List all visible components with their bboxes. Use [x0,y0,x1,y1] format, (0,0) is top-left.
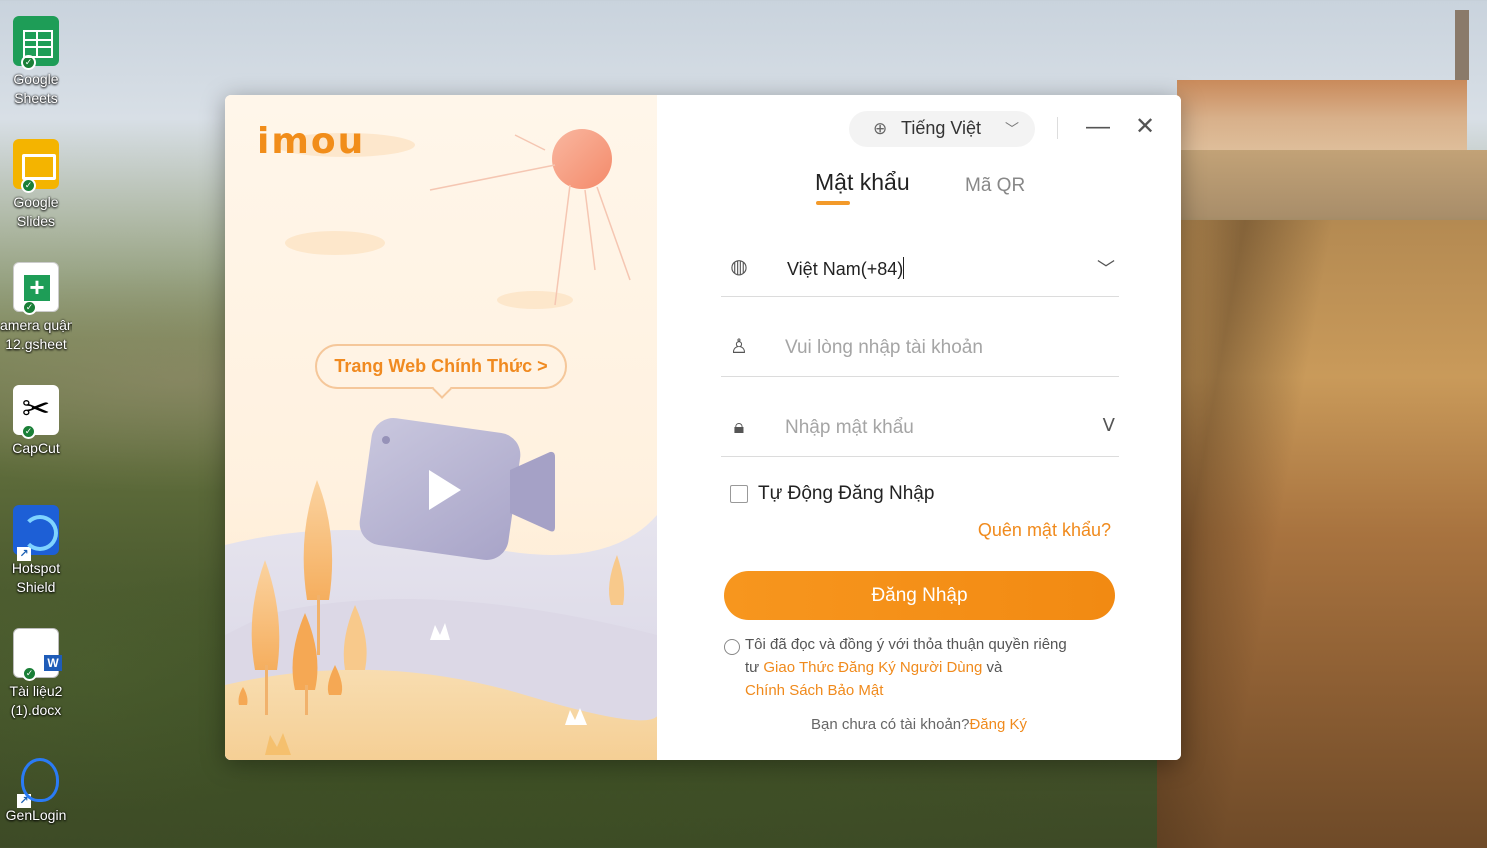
desktop-icon-word-document[interactable]: ✓ Tài liệu2 (1).docx [0,628,72,720]
desktop-icon-hotspot-shield[interactable]: ↗ Hotspot Shield [0,505,72,597]
globe-icon: ⊕ [873,119,888,138]
agreement-conjunction: và [982,659,1003,676]
auto-login-label[interactable]: Tự Động Đăng Nhập [758,483,934,505]
imou-login-window: imou Trang Web Chính Thức > ⊕ Tiếng Việt… [225,95,1181,760]
hotspot-shield-icon: ↗ [13,505,59,561]
wallpaper-cliff [1157,220,1487,848]
sun-icon [552,129,612,189]
signup-prompt: Bạn chưa có tài khoản? [810,716,970,733]
desktop-icon-capcut[interactable]: ✓ CapCut [0,385,72,458]
login-button[interactable]: Đăng Nhập [724,571,1115,620]
capcut-icon: ✓ [13,385,59,439]
password-input[interactable] [785,413,1075,443]
desktop-icon-label: Sheets [14,90,58,106]
wallpaper-trees [1177,130,1447,210]
sync-check-icon: ✓ [22,300,37,315]
sync-check-icon: ✓ [21,178,36,193]
desktop-icon-label: CapCut [12,440,60,456]
chevron-down-icon: ﹀ [1097,259,1115,279]
promo-panel: imou Trang Web Chính Thức > [225,95,657,760]
account-field: ♙ [721,321,1119,377]
desktop-icon-label: amera quận [0,317,72,333]
text-caret [903,257,905,279]
desktop-icon-label: Shield [16,579,56,595]
tab-qr-code[interactable]: Mã QR [965,175,1025,197]
user-icon: ♙ [730,336,748,358]
google-slides-icon: ✓ [13,139,59,193]
desktop-icon-label: Google [13,71,59,87]
lock-icon: 🔒︎ [733,416,745,438]
wallpaper-tower [1455,10,1469,80]
desktop-icon-column: ✓ Google Sheets ✓ Google Slides ✓ amera qu… [0,0,75,848]
sync-check-icon: ✓ [22,666,37,681]
user-terms-link[interactable]: Giao Thức Đăng Ký Người Dùng [763,659,982,676]
desktop-icon-label: Google [13,194,59,210]
agreement-radio[interactable] [724,639,740,655]
forgot-password-link[interactable]: Quên mật khẩu? [978,520,1111,541]
wallpaper-building [1177,80,1467,190]
desktop-icon-label: GenLogin [5,807,67,823]
title-bar-divider [1057,117,1058,139]
sync-check-icon: ✓ [21,424,36,439]
official-website-button[interactable]: Trang Web Chính Thức > [315,344,567,389]
shortcut-arrow-icon: ↗ [17,547,31,561]
video-camera-icon [359,418,555,560]
login-panel: ⊕ Tiếng Việt ﹀ — ✕ Mật khẩu Mã QR ◍ Việt… [657,95,1181,760]
signup-link[interactable]: Đăng Ký [969,716,1027,733]
language-selected-label: Tiếng Việt [901,118,982,138]
active-tab-indicator [816,201,850,205]
shortcut-arrow-icon: ↗ [17,794,31,808]
eye-closed-icon[interactable]: ᐯ [1103,415,1115,436]
globe-icon: ◍ [730,256,748,278]
promo-illustration [225,129,657,760]
country-code-value: Việt Nam(+84) [787,257,905,279]
desktop-icon-google-sheets[interactable]: ✓ Google Sheets [0,16,72,108]
close-button[interactable]: ✕ [1128,111,1162,145]
desktop-icon-label: Slides [16,213,56,229]
desktop-icon-label: Hotspot [11,560,61,576]
gsheet-file-icon: ✓ [13,262,59,315]
desktop-icon-label: 12.gsheet [5,336,67,352]
desktop-icon-label: Tài liệu2 [9,683,63,699]
chevron-down-icon: ﹀ [1005,121,1019,137]
agreement-block: Tôi đã đọc và đồng ý với thỏa thuận quyề… [724,633,1084,702]
signup-row: Bạn chưa có tài khoản?Đăng Ký [657,716,1181,733]
wallpaper-cliff-top [1177,150,1487,260]
imou-logo: imou [257,121,366,162]
google-sheets-icon: ✓ [13,16,59,70]
desktop-icon-label: (1).docx [10,702,62,718]
desktop-icon-gsheet-file[interactable]: ✓ amera quận 12.gsheet [0,262,72,354]
desktop-icon-google-slides[interactable]: ✓ Google Slides [0,139,72,231]
desktop-icon-genlogin[interactable]: ↗ GenLogin [0,752,72,825]
language-select[interactable]: ⊕ Tiếng Việt ﹀ [849,111,1035,147]
genlogin-fingerprint-icon: ↗ [13,752,59,808]
auto-login-checkbox[interactable] [730,485,748,503]
country-code-select[interactable]: ◍ Việt Nam(+84) ﹀ [721,241,1119,297]
sync-check-icon: ✓ [21,55,36,70]
word-document-icon: ✓ [13,628,62,681]
password-field: 🔒︎ ᐯ [721,401,1119,457]
account-input[interactable] [785,333,1075,363]
agreement-text: Tôi đã đọc và đồng ý với thỏa thuận quyề… [724,633,1084,702]
tab-password[interactable]: Mật khẩu [815,169,910,196]
privacy-policy-link[interactable]: Chính Sách Bảo Mật [745,682,883,699]
minimize-button[interactable]: — [1081,111,1115,145]
